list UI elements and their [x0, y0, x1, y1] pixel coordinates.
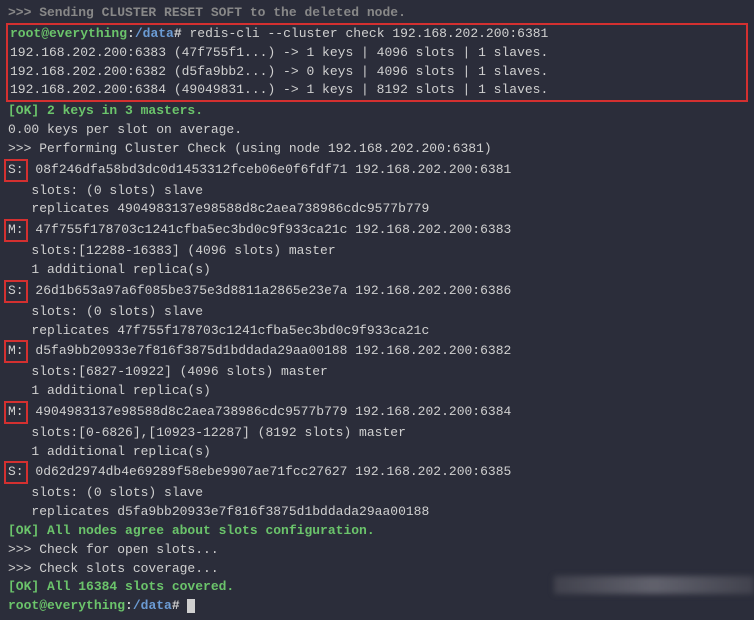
cursor-icon — [187, 599, 195, 613]
performing-check: >>> Performing Cluster Check (using node… — [8, 140, 746, 159]
node-tag: S: — [4, 461, 28, 484]
node-row: M: 47f755f178703c1241cfba5ec3bd0c9f933ca… — [8, 219, 746, 242]
prompt-user-host: root@everything — [8, 598, 125, 613]
node-row: S: 26d1b653a97a6f085be375e3d8811a2865e23… — [8, 280, 746, 303]
node-row: M: 4904983137e98588d8c2aea738986cdc9577b… — [8, 401, 746, 424]
node-detail: slots:[12288-16383] (4096 slots) master — [8, 242, 746, 261]
node-detail: slots:[0-6826],[10923-12287] (8192 slots… — [8, 424, 746, 443]
command-text: redis-cli --cluster check 192.168.202.20… — [189, 26, 548, 41]
ok-slots-agree: [OK] All nodes agree about slots configu… — [8, 522, 746, 541]
node-tag: M: — [4, 401, 28, 424]
node-detail: slots: (0 slots) slave — [8, 303, 746, 322]
node-detail: replicates d5fa9bb20933e7f816f3875d1bdda… — [8, 503, 746, 522]
node-row: S: 0d62d2974db4e69289f58ebe9907ae71fcc27… — [8, 461, 746, 484]
node-tag: S: — [4, 159, 28, 182]
prompt-path: /data — [133, 598, 172, 613]
node-row: S: 08f246dfa58bd3dc0d1453312fceb06e0f6fd… — [8, 159, 746, 182]
node-detail: 1 additional replica(s) — [8, 261, 746, 280]
command-line: root@everything:/data# redis-cli --clust… — [10, 25, 744, 44]
node-detail: replicates 47f755f178703c1241cfba5ec3bd0… — [8, 322, 746, 341]
node-detail: 1 additional replica(s) — [8, 443, 746, 462]
summary-row: 192.168.202.200:6383 (47f755f1...) -> 1 … — [10, 44, 744, 63]
avg-keys: 0.00 keys per slot on average. — [8, 121, 746, 140]
summary-row: 192.168.202.200:6382 (d5fa9bb2...) -> 0 … — [10, 63, 744, 82]
node-detail: slots:[6827-10922] (4096 slots) master — [8, 363, 746, 382]
node-detail: 1 additional replica(s) — [8, 382, 746, 401]
header-message: >>> Sending CLUSTER RESET SOFT to the de… — [8, 4, 746, 23]
prompt-line[interactable]: root@everything:/data# — [8, 597, 746, 616]
node-detail: replicates 4904983137e98588d8c2aea738986… — [8, 200, 746, 219]
obscured-region — [554, 576, 754, 594]
ok-keys-masters: [OK] 2 keys in 3 masters. — [8, 102, 746, 121]
node-tag: M: — [4, 219, 28, 242]
node-detail: slots: (0 slots) slave — [8, 484, 746, 503]
nodes-block: S: 08f246dfa58bd3dc0d1453312fceb06e0f6fd… — [8, 159, 746, 522]
node-row: M: d5fa9bb20933e7f816f3875d1bddada29aa00… — [8, 340, 746, 363]
prompt-user-host: root@everything — [10, 26, 127, 41]
check-open-slots: >>> Check for open slots... — [8, 541, 746, 560]
node-tag: M: — [4, 340, 28, 363]
summary-row: 192.168.202.200:6384 (49049831...) -> 1 … — [10, 81, 744, 100]
prompt-path: /data — [135, 26, 174, 41]
node-detail: slots: (0 slots) slave — [8, 182, 746, 201]
node-tag: S: — [4, 280, 28, 303]
red-highlight-top: root@everything:/data# redis-cli --clust… — [6, 23, 748, 102]
